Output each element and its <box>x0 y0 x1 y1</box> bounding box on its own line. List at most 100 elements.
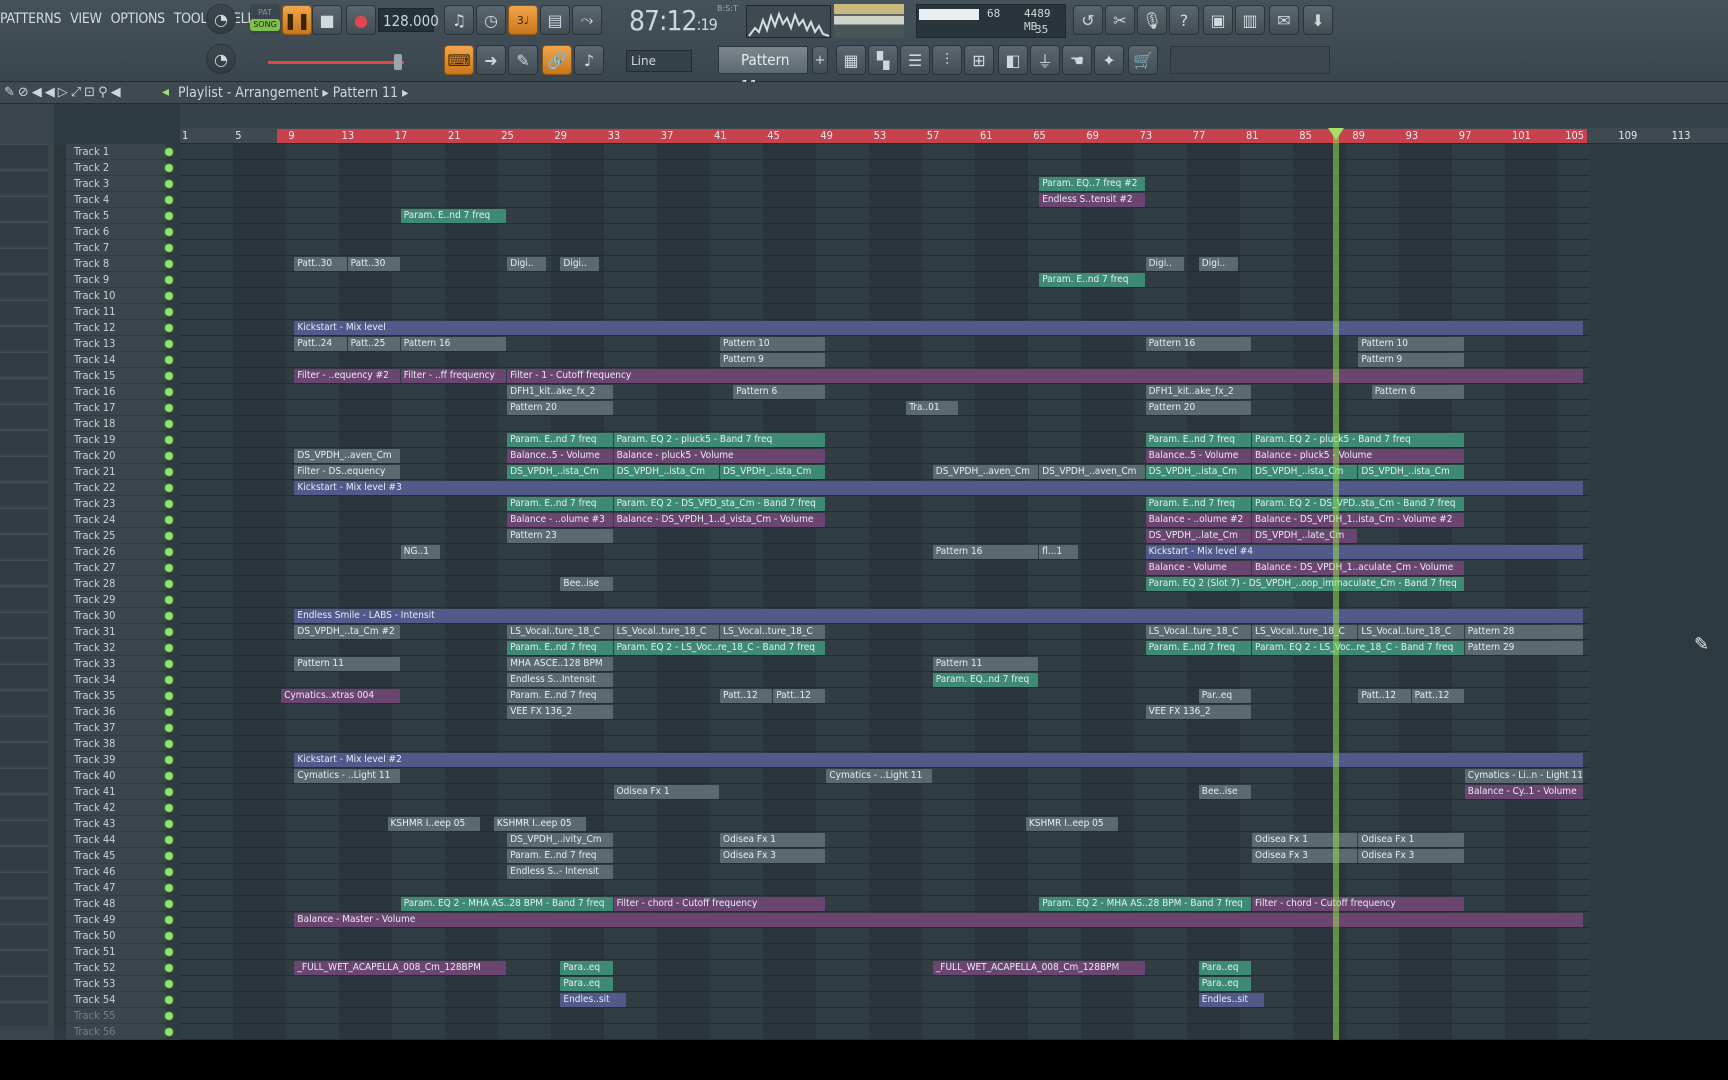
track-enable-led[interactable] <box>165 756 173 764</box>
track-name[interactable]: Track 50 <box>74 929 115 942</box>
playlist-clip[interactable]: Filter - chord - Cutoff frequency <box>1252 897 1464 911</box>
track-header[interactable]: Track 19 <box>66 432 178 448</box>
track-name[interactable]: Track 28 <box>74 577 115 590</box>
playlist-clip[interactable]: LS_Vocal..ture_18_C <box>720 625 826 639</box>
playlist-clip[interactable]: Digi.. <box>507 257 547 271</box>
track-header[interactable]: Track 56 <box>66 1024 178 1040</box>
plugin-picker-icon[interactable]: ◧ <box>998 45 1028 75</box>
track-enable-led[interactable] <box>165 708 173 716</box>
track-name[interactable]: Track 20 <box>74 449 115 462</box>
record-button[interactable]: ● <box>346 5 376 35</box>
track-header[interactable]: Track 27 <box>66 560 178 576</box>
track-name[interactable]: Track 15 <box>74 369 115 382</box>
track-name[interactable]: Track 30 <box>74 609 115 622</box>
typing-keyboard-button[interactable]: ⌨ <box>444 45 474 75</box>
playlist-clip[interactable]: Param. EQ 2 - pluck5 - Band 7 freq <box>1252 433 1464 447</box>
playlist-clip[interactable]: Balance - DS_VPDH_1..aculate_Cm - Volume <box>1252 561 1464 575</box>
track-name[interactable]: Track 42 <box>74 801 115 814</box>
playlist-clip[interactable]: KSHMR I..eep 05 <box>387 817 480 831</box>
track-name[interactable]: Track 6 <box>74 225 109 238</box>
browser-item[interactable] <box>0 326 48 350</box>
master-pitch-knob[interactable]: ◔ <box>206 44 236 74</box>
track-enable-led[interactable] <box>165 404 173 412</box>
track-enable-led[interactable] <box>165 772 173 780</box>
playlist-clip[interactable]: Balance - ..olume #3 <box>507 513 613 527</box>
track-enable-led[interactable] <box>165 1012 173 1020</box>
browser-item[interactable] <box>0 300 48 324</box>
playlist-clip[interactable]: Cymatics - ..Light 11 <box>826 769 932 783</box>
playlist-clip[interactable]: Patt..12 <box>720 689 773 703</box>
plug-icon[interactable]: ⏚ <box>1030 45 1060 75</box>
playlist-clip[interactable]: DS_VPDH_..late_Cm <box>1252 529 1358 543</box>
playlist-clip[interactable]: Para..eq <box>560 961 613 975</box>
track-name[interactable]: Track 16 <box>74 385 115 398</box>
playlist-clip[interactable]: Param. EQ 2 - DS_VPD..sta_Cm - Band 7 fr… <box>1252 497 1464 511</box>
browser-item[interactable] <box>0 664 48 688</box>
track-name[interactable]: Track 7 <box>74 241 109 254</box>
playlist-clip[interactable]: DS_VPDH_..ista_Cm <box>613 465 719 479</box>
browser-item[interactable] <box>0 820 48 844</box>
track-enable-led[interactable] <box>165 324 173 332</box>
wait-input-icon[interactable]: ◷ <box>476 5 506 35</box>
link-icon[interactable]: 🔗 <box>542 45 572 75</box>
track-enable-led[interactable] <box>165 564 173 572</box>
playlist-clip[interactable]: _FULL_WET_ACAPELLA_008_Cm_128BPM <box>932 961 1145 975</box>
track-name[interactable]: Track 33 <box>74 657 115 670</box>
browser-item[interactable] <box>0 768 48 792</box>
playlist-tools-icon[interactable]: ✎⊘◀◀▷⤢⊡⚲◀ <box>4 85 124 100</box>
playlist-clip[interactable]: Pattern 16 <box>1145 337 1251 351</box>
playlist-clip[interactable]: Param. E..nd 7 freq <box>1145 497 1251 511</box>
playlist-clip[interactable]: Param. E..nd 7 freq <box>507 689 613 703</box>
playlist-clip[interactable]: Balance - pluck5 - Volume <box>1252 449 1464 463</box>
track-name[interactable]: Track 8 <box>74 257 109 270</box>
mic-icon[interactable]: 🎙 <box>1137 5 1167 35</box>
track-name[interactable]: Track 49 <box>74 913 115 926</box>
blend-notes-icon[interactable]: ⤳ <box>572 5 602 35</box>
track-name[interactable]: Track 47 <box>74 881 115 894</box>
track-header[interactable]: Track 12 <box>66 320 178 336</box>
playlist-clip[interactable]: LS_Vocal..ture_18_C <box>507 625 613 639</box>
track-name[interactable]: Track 52 <box>74 961 115 974</box>
playlist-clip[interactable]: Patt..30 <box>294 257 347 271</box>
track-header[interactable]: Track 52 <box>66 960 178 976</box>
track-enable-led[interactable] <box>165 868 173 876</box>
browser-item[interactable] <box>0 352 48 376</box>
track-enable-led[interactable] <box>165 340 173 348</box>
snap-selector[interactable]: Line <box>626 50 692 72</box>
save-icon[interactable]: ▣ <box>1203 5 1233 35</box>
playlist-clip[interactable]: DS_VPDH_..aven_Cm <box>294 449 400 463</box>
track-name[interactable]: Track 31 <box>74 625 115 638</box>
track-name[interactable]: Track 17 <box>74 401 115 414</box>
track-header[interactable]: Track 29 <box>66 592 178 608</box>
playlist-clip[interactable]: Pattern 11 <box>294 657 400 671</box>
news-icon[interactable]: ✉ <box>1269 5 1299 35</box>
track-enable-led[interactable] <box>165 916 173 924</box>
playlist-clip[interactable]: Pattern 11 <box>932 657 1039 671</box>
track-header[interactable]: Track 54 <box>66 992 178 1008</box>
track-name[interactable]: Track 46 <box>74 865 115 878</box>
track-enable-led[interactable] <box>165 740 173 748</box>
track-header[interactable]: Track 6 <box>66 224 178 240</box>
playlist-clip[interactable]: DS_VPDH_..ista_Cm <box>1252 465 1358 479</box>
track-header[interactable]: Track 9 <box>66 272 178 288</box>
playlist-clip[interactable]: Endless S...Intensit <box>507 673 613 687</box>
track-enable-led[interactable] <box>165 148 173 156</box>
track-lane[interactable] <box>180 1008 1590 1024</box>
playlist-clip[interactable]: VEE FX 136_2 <box>507 705 613 719</box>
track-enable-led[interactable] <box>165 228 173 236</box>
track-enable-led[interactable] <box>165 788 173 796</box>
playlist-clip[interactable]: Odisea Fx 1 <box>720 833 826 847</box>
track-enable-led[interactable] <box>165 580 173 588</box>
playlist-clip[interactable]: Param. EQ 2 - MHA AS..28 BPM - Band 7 fr… <box>400 897 613 911</box>
playlist-clip[interactable]: Param. E..nd 7 freq <box>1145 433 1251 447</box>
track-lane[interactable] <box>180 240 1590 256</box>
track-enable-led[interactable] <box>165 596 173 604</box>
playlist-clip[interactable]: Filter - chord - Cutoff frequency <box>613 897 826 911</box>
playlist-clip[interactable]: DS_VPDH_..ista_Cm <box>507 465 613 479</box>
playlist-clip[interactable]: DS_VPDH_..ivity_Cm <box>507 833 613 847</box>
playlist-clip[interactable]: Param. EQ 2 - LS_Voc..re_18_C - Band 7 f… <box>613 641 826 655</box>
track-lane[interactable] <box>180 928 1590 944</box>
browser-item[interactable] <box>0 742 48 766</box>
track-name[interactable]: Track 36 <box>74 705 115 718</box>
track-enable-led[interactable] <box>165 532 173 540</box>
